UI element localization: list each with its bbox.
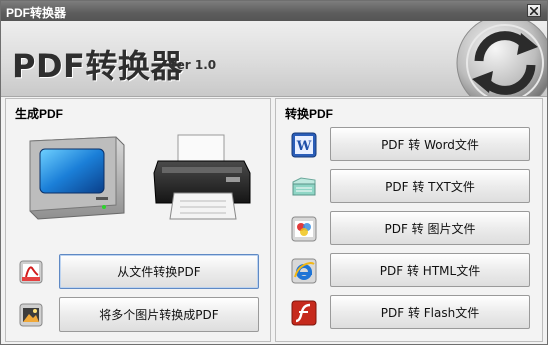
printer-illustration-icon	[153, 134, 251, 220]
pdf-to-word-button[interactable]: PDF 转 Word文件	[330, 127, 530, 161]
pdf-to-txt-button[interactable]: PDF 转 TXT文件	[330, 169, 530, 203]
pdf-to-word-label: PDF 转 Word文件	[381, 137, 479, 152]
svg-text:W: W	[296, 139, 312, 154]
window-title: PDF转换器	[6, 6, 67, 20]
txt-icon	[292, 177, 316, 196]
pdf-file-icon	[19, 260, 43, 284]
picture-icon	[291, 216, 317, 242]
images-to-pdf-label: 将多个图片转换成PDF	[99, 308, 219, 322]
title-bar: PDF转换器	[1, 1, 547, 21]
image-icon	[19, 303, 43, 327]
computer-illustration-icon	[29, 136, 125, 220]
app-title: PDF转换器	[12, 47, 183, 85]
pdf-to-html-button[interactable]: PDF 转 HTML文件	[330, 253, 530, 287]
convert-pdf-panel: 转换PDF W PDF 转 Word文件 PDF 转 TXT文件 PDF 转 图…	[275, 98, 543, 342]
app-version: Ver 1.0	[168, 58, 217, 72]
app-header: PDF转换器 Ver 1.0	[1, 21, 547, 97]
pdf-to-html-label: PDF 转 HTML文件	[379, 263, 481, 278]
pdf-to-txt-label: PDF 转 TXT文件	[385, 179, 475, 194]
refresh-logo-icon	[456, 21, 547, 96]
close-button[interactable]	[527, 4, 541, 17]
convert-file-to-pdf-button[interactable]: 从文件转换PDF	[59, 254, 259, 289]
images-to-pdf-button[interactable]: 将多个图片转换成PDF	[59, 297, 259, 332]
pdf-to-image-label: PDF 转 图片文件	[384, 221, 476, 236]
create-pdf-panel-title: 生成PDF	[15, 107, 64, 121]
pdf-to-image-button[interactable]: PDF 转 图片文件	[330, 211, 530, 245]
pdf-to-flash-button[interactable]: PDF 转 Flash文件	[330, 295, 530, 329]
flash-icon	[291, 300, 317, 326]
close-icon	[530, 7, 538, 15]
pdf-to-flash-label: PDF 转 Flash文件	[380, 305, 480, 320]
convert-pdf-panel-title: 转换PDF	[285, 107, 334, 121]
ie-icon	[291, 258, 317, 284]
word-icon: W	[291, 132, 317, 158]
create-pdf-panel: 生成PDF 从文件转换PDF 将多个图片转换成PDF	[5, 98, 271, 342]
app-window: PDF转换器 PDF转换器 Ver 1.0 生成PDF 从文件转换PDF 将多个…	[0, 0, 548, 345]
convert-file-to-pdf-label: 从文件转换PDF	[117, 265, 201, 279]
